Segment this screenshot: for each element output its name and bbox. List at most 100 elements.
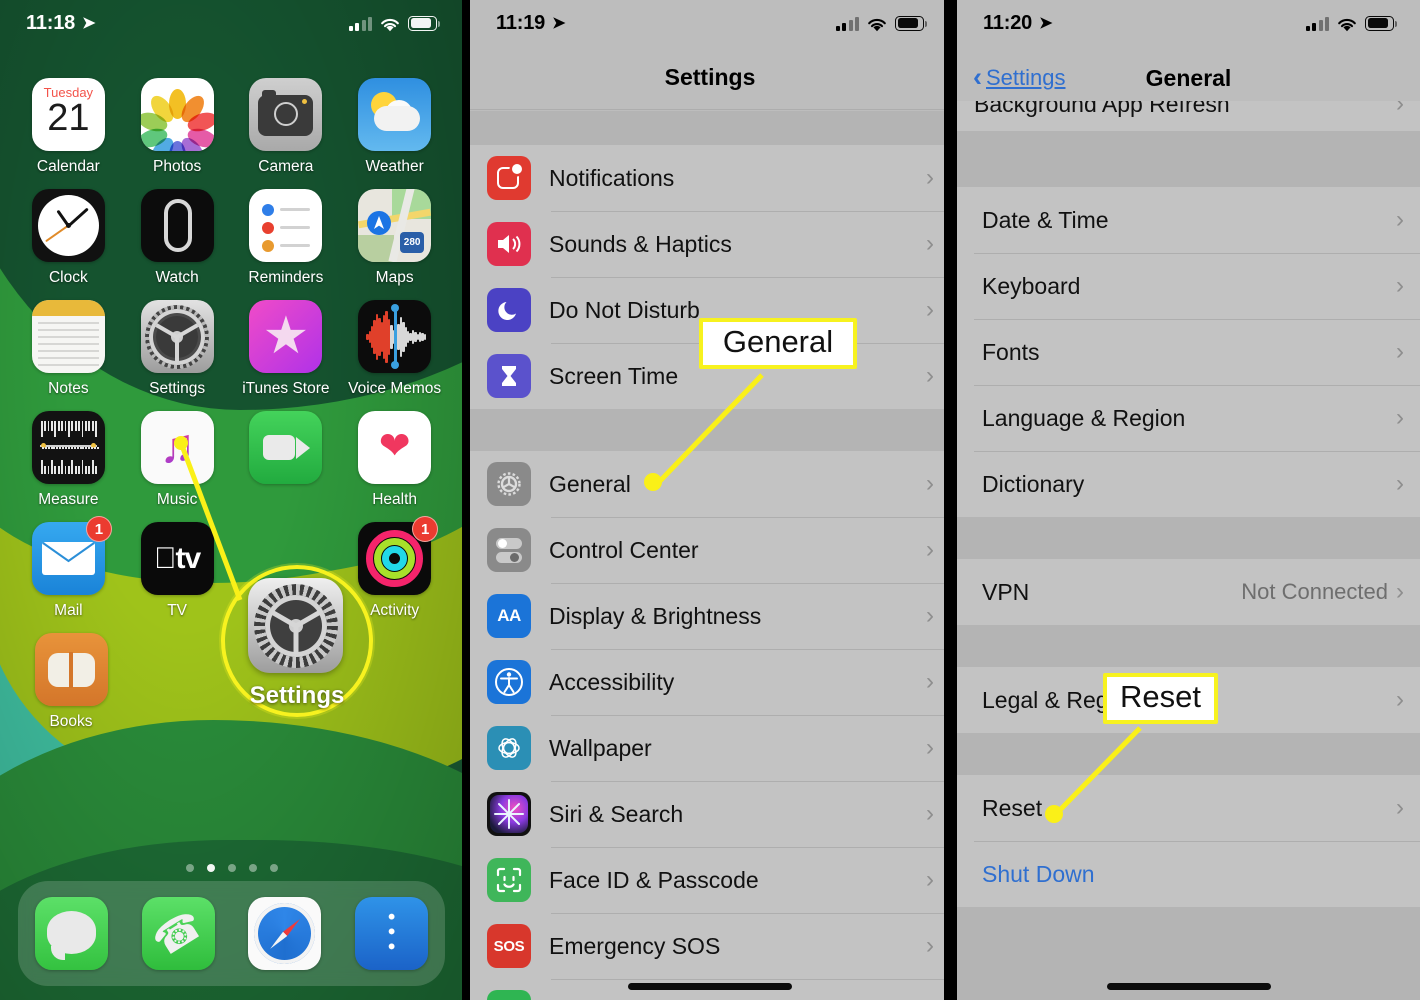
app-clock[interactable]: Clock [22,189,114,287]
app-tv[interactable]: tv TV [131,522,223,620]
app-label: TV [167,602,188,619]
app-label: Notes [48,380,89,397]
chevron-right-icon: › [926,536,934,563]
settings-group-2: General › Control Center › AA Display & … [470,451,950,1000]
general-row-fonts[interactable]: Fonts › [957,319,1420,385]
page-dot[interactable] [206,864,215,872]
general-group-2: VPN Not Connected › [957,559,1420,625]
chevron-right-icon: › [1396,404,1404,431]
row-label: Shut Down [982,860,1095,887]
wifi-icon [1337,16,1357,31]
app-music[interactable]: ♫ Music [131,411,223,509]
app-reminders[interactable]: Reminders [240,189,332,287]
camera-icon [249,78,323,151]
chevron-right-icon: › [1396,272,1404,299]
status-bar-home: 11:18 ➤ [0,0,463,46]
settings-row-wallpaper[interactable]: Wallpaper › [470,715,950,781]
face-id-icon [487,858,531,902]
settings-row-display-brightness[interactable]: AA Display & Brightness › [470,583,950,649]
battery-icon [408,15,440,31]
status-time: 11:19 [496,11,546,34]
settings-gear-icon-highlighted[interactable] [248,578,343,673]
chevron-right-icon: › [1396,578,1404,605]
maps-nav-pin-icon [367,211,392,235]
health-icon: ❤ [358,411,432,484]
app-maps[interactable]: 280 Maps [349,189,441,287]
callout-text: Reset [1120,679,1201,714]
page-dot[interactable] [248,864,257,872]
app-itunes-store[interactable]: ★ iTunes Store [240,300,332,398]
app-label: Reminders [248,269,324,286]
row-label: Background App Refresh [974,101,1230,117]
app-calendar[interactable]: Tuesday 21 Calendar [22,78,114,176]
app-settings[interactable]: Settings [131,300,223,398]
page-title: General [1145,64,1232,91]
callout-text: General [722,324,834,359]
screenshot-stage: 11:18 ➤ Tuesday 21 Calendar Photos Camer… [0,0,1420,1000]
maps-route-shield: 280 [400,232,425,253]
settings-row-emergency-sos[interactable]: SOS Emergency SOS › [470,913,950,979]
app-label: Music [156,491,198,508]
back-button-label: Settings [986,65,1066,90]
app-measure[interactable]: Measure [22,411,114,509]
settings-row-notifications[interactable]: Notifications › [470,145,950,211]
home-indicator[interactable] [1106,983,1271,990]
clock-icon [31,189,105,262]
safari-icon[interactable] [248,897,322,970]
app-photos[interactable]: Photos [131,78,223,176]
page-dot[interactable] [185,864,194,872]
app-mail[interactable]: 1 Mail [22,516,114,620]
accessibility-icon [487,660,531,704]
group-spacer [957,625,1420,667]
app-notes[interactable]: Notes [22,300,114,398]
app-store-icon[interactable]: ︙ [355,897,429,970]
settings-group-1: Notifications › Sounds & Haptics › Do No… [470,145,950,409]
status-bar-settings: 11:19 ➤ [470,0,950,46]
settings-row-sounds-haptics[interactable]: Sounds & Haptics › [470,211,950,277]
general-row-date-time[interactable]: Date & Time › [957,187,1420,253]
chevron-right-icon: › [926,602,934,629]
row-label: Control Center [549,536,699,563]
general-row-reset[interactable]: Reset › [957,775,1420,841]
general-row-keyboard[interactable]: Keyboard › [957,253,1420,319]
row-label: Date & Time [982,206,1109,233]
callout-general: General [699,318,857,369]
app-voice-memos[interactable]: Voice Memos [348,300,441,398]
reminders-icon [249,189,323,262]
settings-row-general[interactable]: General › [470,451,950,517]
settings-row-control-center[interactable]: Control Center › [470,517,950,583]
page-dot[interactable] [269,864,278,872]
app-facetime[interactable]: FaceTime [240,411,332,509]
phone-icon[interactable]: ☎ [141,897,215,970]
cellular-bars-icon [1305,16,1329,31]
app-health[interactable]: ❤ Health [349,411,441,509]
settings-list[interactable]: Notifications › Sounds & Haptics › Do No… [470,111,950,1000]
app-watch[interactable]: Watch [131,189,223,287]
row-label: VPN [982,578,1030,605]
calendar-day-number: 21 [47,97,90,139]
settings-row-accessibility[interactable]: Accessibility › [470,649,950,715]
general-row-shut-down[interactable]: Shut Down [957,841,1420,907]
app-label: Measure [38,491,99,508]
page-indicator-dots[interactable] [0,864,463,872]
general-row-dictionary[interactable]: Dictionary › [957,451,1420,517]
status-time: 11:20 [983,11,1033,34]
row-label: Dictionary [982,470,1085,497]
chevron-right-icon: › [1396,206,1404,233]
page-dot[interactable] [227,864,236,872]
general-row-vpn[interactable]: VPN Not Connected › [957,559,1420,625]
app-books[interactable]: Books [25,633,117,731]
messages-icon[interactable] [34,897,108,970]
settings-row-face-id-passcode[interactable]: Face ID & Passcode › [470,847,950,913]
chevron-left-icon: ‹ [973,62,982,92]
settings-row-siri-search[interactable]: Siri & Search › [470,781,950,847]
general-gear-icon [487,462,531,506]
home-indicator[interactable] [628,983,792,990]
chevron-right-icon: › [1396,338,1404,365]
general-list[interactable]: Date & Time › Keyboard › Fonts › Languag… [957,131,1420,1000]
app-camera[interactable]: Camera [240,78,332,176]
app-weather[interactable]: Weather [349,78,441,176]
dock: ☎ ︙ [18,881,445,986]
general-row-background-app-refresh[interactable]: Background App Refresh › [957,101,1420,131]
general-row-language-region[interactable]: Language & Region › [957,385,1420,451]
